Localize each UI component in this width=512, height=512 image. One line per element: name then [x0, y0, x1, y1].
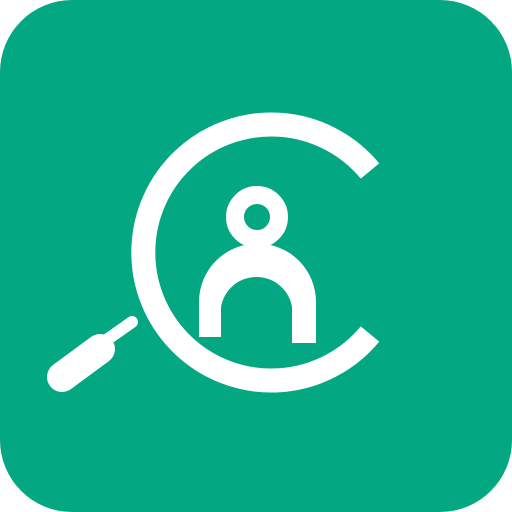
app-icon-graphic: [0, 0, 512, 512]
app-icon[interactable]: [0, 0, 512, 512]
